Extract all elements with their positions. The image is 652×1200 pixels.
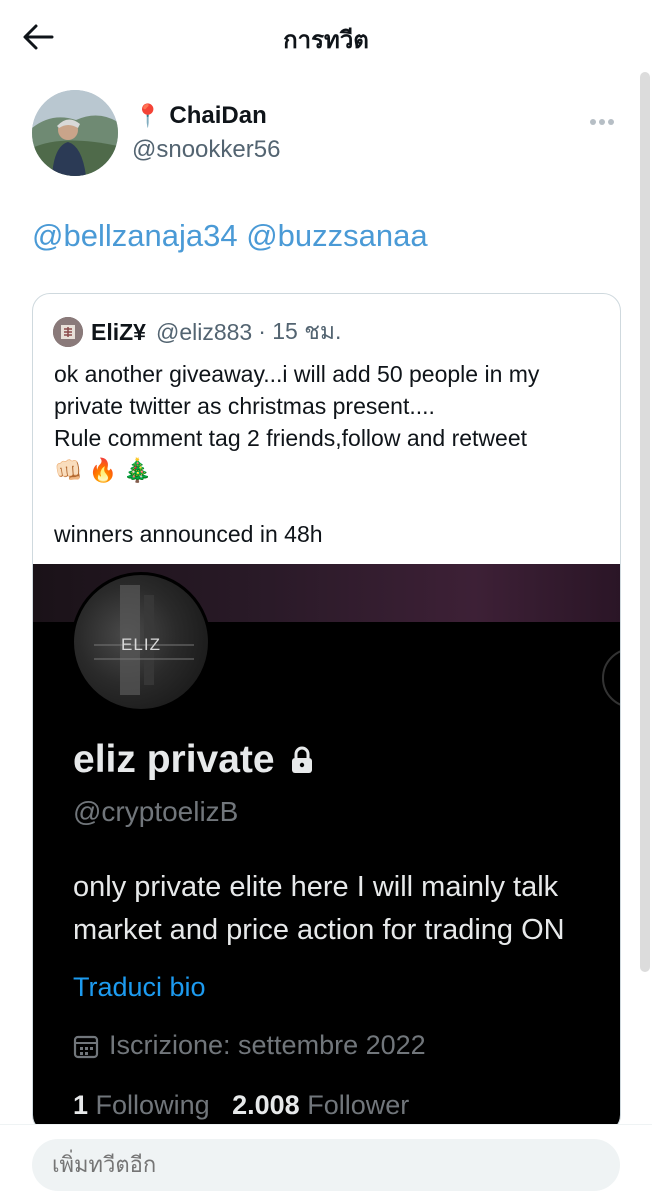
profile-handle: @cryptoelizB xyxy=(73,796,239,827)
quoted-author-handle: @eliz883 xyxy=(155,318,253,345)
profile-edge-button xyxy=(602,648,620,708)
quoted-text-line: private twitter as christmas present.... xyxy=(54,393,435,419)
pin-emoji: 📍 xyxy=(134,103,162,128)
author-name-text: ChaiDan xyxy=(169,102,267,129)
tweet-text: @bellzanaja34 @buzzsanaa xyxy=(32,218,428,254)
quoted-media-image[interactable]: ELIZ eliz private @cryptoelizB only priv… xyxy=(33,564,620,1132)
profile-name: eliz private xyxy=(73,738,315,782)
tree-emoji: 🎄 xyxy=(123,457,152,483)
quoted-author-name: EliZ¥ xyxy=(91,318,146,345)
quoted-text-line: winners announced in 48h xyxy=(54,521,323,547)
quoted-avatar xyxy=(53,317,83,347)
profile-avatar: ELIZ xyxy=(71,572,211,712)
scrollbar[interactable] xyxy=(640,72,650,972)
profile-stats: 1 Following 2.008 Follower xyxy=(73,1090,409,1121)
author-name[interactable]: 📍 ChaiDan xyxy=(134,102,267,130)
followers-label: Follower xyxy=(307,1090,410,1120)
quoted-time: · 15 ชม. xyxy=(258,318,342,344)
followers-count: 2.008 xyxy=(232,1090,300,1120)
following-count: 1 xyxy=(73,1090,89,1120)
ellipsis-icon[interactable] xyxy=(590,112,620,125)
following-label: Following xyxy=(95,1090,210,1120)
reply-input[interactable] xyxy=(32,1139,620,1191)
translate-bio-link: Traduci bio xyxy=(73,972,206,1002)
profile-joined-text: Iscrizione: settembre 2022 xyxy=(109,1030,426,1060)
profile-name-text: eliz private xyxy=(73,738,275,781)
lock-icon xyxy=(291,746,312,773)
quoted-tweet[interactable]: EliZ¥ @eliz883 · 15 ชม. ok another givea… xyxy=(32,293,621,1133)
reply-bar xyxy=(0,1124,652,1200)
quoted-text-line: ok another giveaway...i will add 50 peop… xyxy=(54,361,540,387)
avatar[interactable] xyxy=(32,90,118,176)
page-title: การทวีต xyxy=(283,26,369,54)
profile-bio-line: only private elite here I will mainly ta… xyxy=(73,871,559,903)
emoji-row: 👊🏻 🔥 🎄 xyxy=(54,454,614,486)
quoted-text-line: Rule comment tag 2 friends,follow and re… xyxy=(54,425,528,451)
profile-bio: only private elite here I will mainly ta… xyxy=(73,866,565,952)
fire-emoji: 🔥 xyxy=(88,457,118,483)
quoted-tweet-header: EliZ¥ @eliz883 · 15 ชม. xyxy=(53,314,341,350)
mention-link[interactable]: @buzzsanaa xyxy=(246,218,427,253)
fist-emoji: 👊🏻 xyxy=(54,457,83,483)
profile-bio-line: market and price action for trading ON xyxy=(73,914,565,946)
avatar-photo xyxy=(32,90,118,176)
author-handle[interactable]: @snookker56 xyxy=(132,136,280,164)
calendar-icon xyxy=(73,1035,99,1058)
profile-avatar-text: ELIZ xyxy=(121,635,161,654)
mention-link[interactable]: @bellzanaja34 xyxy=(32,218,238,253)
quoted-tweet-text: ok another giveaway...i will add 50 peop… xyxy=(54,358,614,550)
profile-joined: Iscrizione: settembre 2022 xyxy=(73,1030,426,1061)
top-bar: การทวีต xyxy=(0,0,652,72)
